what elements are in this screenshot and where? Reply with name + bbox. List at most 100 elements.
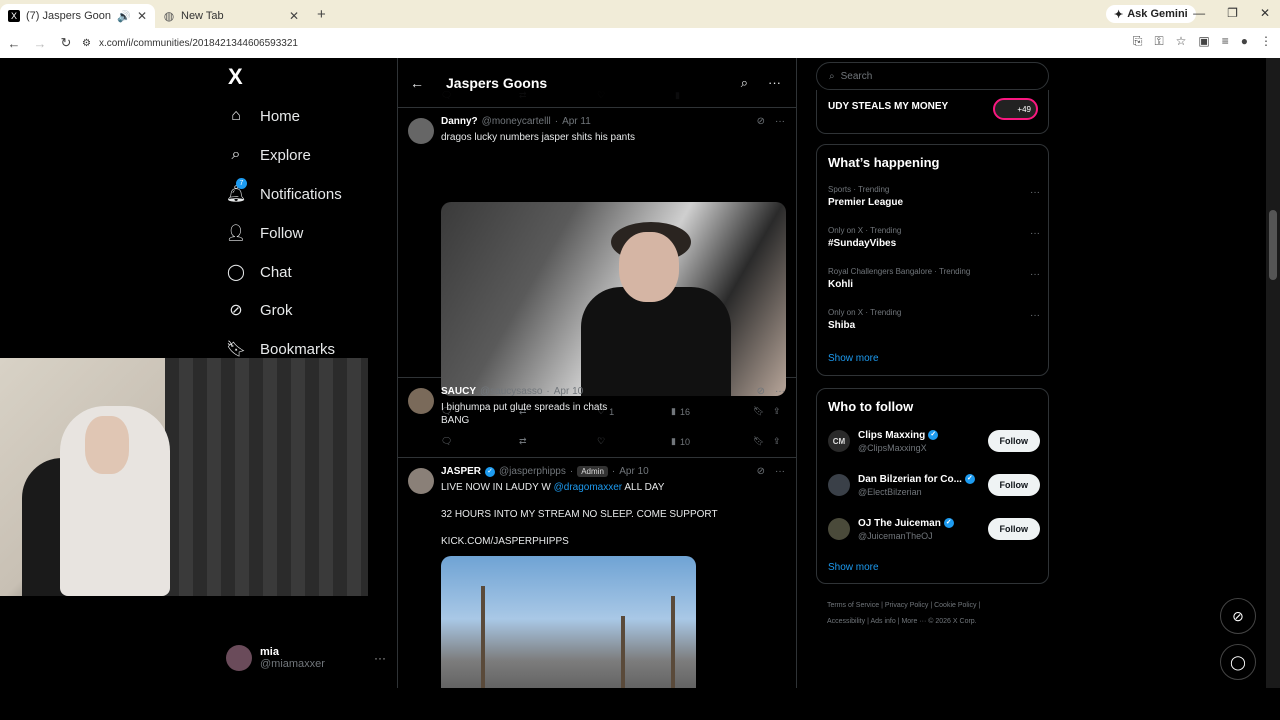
post-date[interactable]: Apr 11 — [562, 116, 591, 127]
post[interactable]: SAUCY @saucysasso · Apr 10 ⊘ ··· I bighu… — [398, 378, 796, 458]
post[interactable]: Danny? @moneycartelll · Apr 11 ⊘ ··· dra… — [398, 108, 796, 417]
chat-fab-icon[interactable]: ◯ — [1220, 644, 1256, 680]
author-handle[interactable]: @moneycartelll — [482, 116, 551, 127]
grok-icon[interactable]: ⊘ — [757, 386, 765, 397]
nav-chat[interactable]: ◯ Chat — [226, 262, 292, 282]
close-tab-icon[interactable]: ✕ — [289, 9, 299, 23]
more-icon[interactable]: ··· — [1030, 269, 1040, 280]
follow-suggestion[interactable]: OJ The Juiceman ✓ @JuicemanTheOJ Follow — [828, 513, 1040, 545]
bookmark-icon[interactable]: 🔖︎ — [753, 436, 773, 447]
account-switcher[interactable]: mia @miamaxxer ··· — [226, 642, 386, 674]
sidepanel-icon[interactable]: ▣ — [1198, 34, 1209, 49]
scrollbar-thumb[interactable] — [1269, 210, 1277, 280]
more-icon[interactable]: ··· — [1030, 187, 1040, 198]
kick-link[interactable]: KICK.COM/JASPERPHIPPS — [441, 535, 569, 548]
close-tab-icon[interactable]: ✕ — [137, 9, 147, 23]
avatar[interactable] — [408, 118, 434, 144]
post-image[interactable] — [441, 556, 696, 688]
profile-avatar-icon[interactable]: ● — [1241, 34, 1248, 49]
search-input[interactable]: ⌕ Search — [816, 62, 1049, 90]
nav-label: Explore — [260, 146, 311, 164]
community-banner-card[interactable]: UDY STEALS MY MONEY +49 — [816, 90, 1049, 134]
page-title: Jaspers Goons — [446, 74, 548, 91]
close-window-icon[interactable]: ✕ — [1260, 6, 1270, 20]
trend-item[interactable]: Only on X · Trending Shiba ··· — [828, 308, 1040, 331]
page-scrollbar[interactable] — [1266, 58, 1280, 688]
footer-line[interactable]: Accessibility | Ads info | More ··· © 20… — [827, 614, 1047, 630]
forward-icon[interactable]: → — [28, 36, 52, 51]
more-icon[interactable]: ··· — [374, 651, 386, 665]
browser-tab-active[interactable]: X (7) Jaspers Goons Commun 🔊 ✕ — [0, 4, 155, 28]
avatar[interactable] — [408, 468, 434, 494]
grok-fab-icon[interactable]: ⊘ — [1220, 598, 1256, 634]
speaker-icon[interactable]: 🔊 — [117, 10, 131, 23]
browser-tab-newtab[interactable]: ◍ New Tab ✕ — [155, 4, 307, 28]
reload-icon[interactable]: ↻ — [54, 35, 78, 51]
follow-button[interactable]: Follow — [987, 518, 1040, 540]
star-icon[interactable]: ☆ — [1176, 34, 1187, 49]
author-handle[interactable]: @saucysasso — [480, 386, 542, 397]
search-icon: ⌕ — [231, 146, 241, 163]
ask-gemini-button[interactable]: ✦ Ask Gemini — [1106, 5, 1196, 23]
site-info-icon[interactable]: ⚙ — [82, 38, 91, 49]
follow-button[interactable]: Follow — [987, 430, 1040, 452]
more-icon[interactable]: ··· — [775, 466, 785, 477]
nav-explore[interactable]: ⌕ Explore — [226, 145, 311, 165]
browser-tab-strip: X (7) Jaspers Goons Commun 🔊 ✕ ◍ New Tab… — [0, 0, 1280, 28]
author-name[interactable]: SAUCY — [441, 386, 476, 397]
suggestion-name: Dan Bilzerian for Co... — [858, 473, 962, 485]
key-icon[interactable]: ⚿ — [1154, 34, 1163, 49]
post-date[interactable]: Apr 10 — [619, 466, 648, 477]
more-icon[interactable]: ··· — [775, 386, 785, 397]
nav-follow[interactable]: 👤︎ Follow — [226, 223, 304, 243]
post[interactable]: JASPER ✓ @jasperphipps · Admin · Apr 10 … — [398, 458, 796, 688]
follow-button[interactable]: Follow — [987, 474, 1040, 496]
post-image[interactable] — [441, 202, 786, 396]
show-more-link[interactable]: Show more — [828, 353, 879, 364]
avatar[interactable] — [408, 388, 434, 414]
nav-bookmarks[interactable]: 🔖︎ Bookmarks — [226, 339, 335, 359]
show-more-link[interactable]: Show more — [828, 562, 879, 573]
trend-item[interactable]: Only on X · Trending #SundayVibes ··· — [828, 226, 1040, 249]
like-button[interactable]: ♡ — [597, 436, 671, 447]
follow-suggestion[interactable]: Dan Bilzerian for Co... ✓ @ElectBilzerian… — [828, 469, 1040, 501]
minimize-icon[interactable]: — — [1193, 6, 1205, 20]
nav-home[interactable]: ⌂ Home — [226, 106, 300, 126]
mention-link[interactable]: @dragomaxxer — [554, 482, 623, 493]
new-tab-button[interactable]: + — [317, 6, 326, 23]
views-button[interactable]: ▮ 10 — [671, 436, 753, 447]
grok-icon[interactable]: ⊘ — [757, 466, 765, 477]
post-date[interactable]: Apr 10 — [554, 386, 583, 397]
restore-icon[interactable]: ❐ — [1227, 6, 1238, 20]
x-favicon-icon: X — [8, 10, 20, 22]
more-icon[interactable]: ··· — [1030, 228, 1040, 239]
trend-item[interactable]: Royal Challengers Bangalore · Trending K… — [828, 267, 1040, 290]
nav-notifications[interactable]: 🔔︎ 7 Notifications — [226, 178, 342, 204]
more-icon[interactable]: ··· — [1030, 310, 1040, 321]
back-icon[interactable]: ← — [2, 36, 26, 51]
follow-suggestion[interactable]: CM Clips Maxxing ✓ @ClipsMaxxingX Follow — [828, 425, 1040, 457]
media-icon[interactable]: ≡ — [1222, 34, 1229, 49]
nav-label: Home — [260, 107, 301, 125]
trend-category: Only on X · Trending — [828, 308, 902, 317]
trend-item[interactable]: Sports · Trending Premier League ··· — [828, 185, 1040, 208]
image-head — [619, 232, 679, 302]
repost-button[interactable]: ⇄ — [519, 436, 597, 447]
more-icon[interactable]: ··· — [768, 75, 781, 91]
reply-button[interactable]: 🗨︎ — [441, 436, 519, 447]
back-arrow-icon[interactable]: ← — [410, 75, 424, 91]
author-name[interactable]: Danny? — [441, 116, 478, 127]
author-handle[interactable]: @jasperphipps — [499, 466, 566, 477]
search-icon[interactable]: ⌕ — [741, 75, 748, 91]
grok-icon[interactable]: ⊘ — [757, 116, 765, 127]
url-field[interactable]: ⚙ x.com/i/communities/201842134460659332… — [82, 31, 1094, 55]
community-feed: ← Jaspers Goons ⌕ ··· 🗨︎ ⇄ ♡ ▮ Danny? @m… — [397, 58, 797, 688]
x-logo-icon[interactable]: X — [228, 64, 243, 90]
share-icon[interactable]: ⇪ — [773, 436, 781, 447]
footer-line[interactable]: Terms of Service | Privacy Policy | Cook… — [827, 598, 1047, 614]
author-name[interactable]: JASPER — [441, 466, 481, 477]
nav-grok[interactable]: ⊘ Grok — [226, 300, 292, 320]
install-icon[interactable]: ⎘ — [1133, 34, 1143, 49]
more-icon[interactable]: ··· — [775, 116, 785, 127]
menu-kebab-icon[interactable]: ⋮ — [1260, 34, 1272, 49]
